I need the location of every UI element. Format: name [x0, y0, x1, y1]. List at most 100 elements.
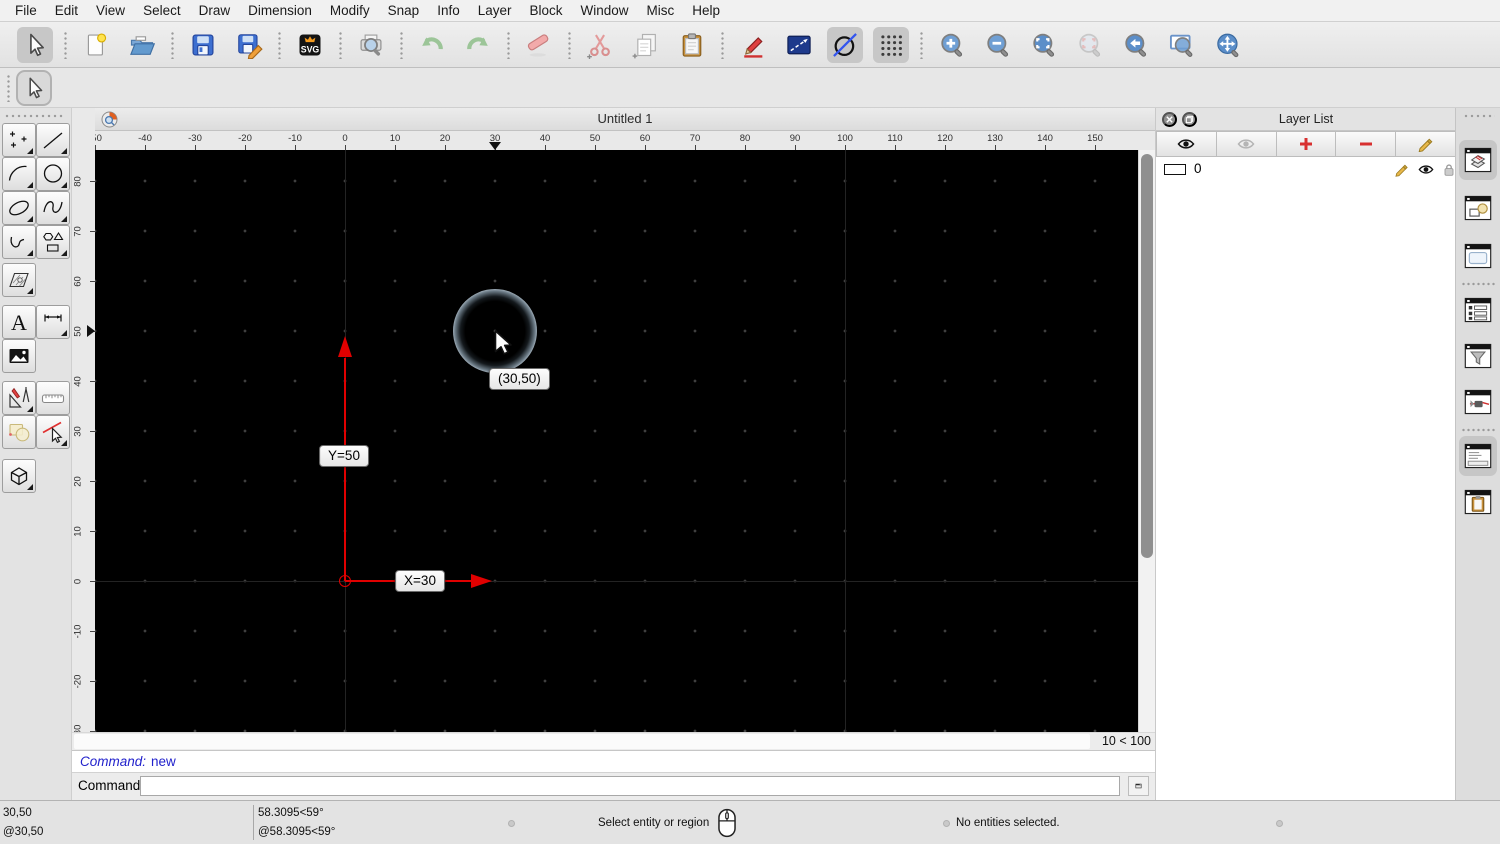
menu-layer[interactable]: Layer — [469, 3, 521, 18]
save-as-button[interactable] — [231, 27, 267, 63]
modify-tool-button[interactable] — [2, 415, 36, 449]
layer-list-toolbar — [1156, 131, 1456, 157]
zoom-in-button[interactable] — [934, 27, 970, 63]
measure-tool-button[interactable] — [36, 381, 70, 415]
circle-tool-button[interactable] — [36, 157, 70, 191]
menu-draw[interactable]: Draw — [190, 3, 240, 18]
toolbar-drag-handle[interactable] — [7, 74, 10, 102]
add-layer-button[interactable] — [1276, 131, 1337, 157]
vertical-scrollbar-thumb[interactable] — [1141, 154, 1153, 558]
menu-misc[interactable]: Misc — [638, 3, 684, 18]
vertical-scrollbar[interactable] — [1138, 150, 1155, 732]
command-history-prefix: Command: — [80, 754, 147, 769]
zoom-out-button[interactable] — [980, 27, 1016, 63]
ruler-tick-label: 120 — [937, 133, 953, 144]
solids-tool-button[interactable] — [2, 459, 36, 493]
dock-drag-handle[interactable] — [1463, 114, 1495, 118]
zoom-pan-button[interactable] — [1210, 27, 1246, 63]
zoom-window-button[interactable] — [1164, 27, 1200, 63]
entity-list-dock-icon — [1463, 295, 1493, 325]
ellipse-tool-button[interactable] — [2, 191, 36, 225]
menu-block[interactable]: Block — [521, 3, 572, 18]
dimension-tool-button[interactable] — [36, 305, 70, 339]
svg-export-button[interactable]: SVG — [292, 27, 328, 63]
delete-button[interactable] — [521, 27, 557, 63]
arc-icon — [6, 161, 32, 187]
select-pointer-button[interactable] — [17, 26, 53, 63]
grid-toggle-button[interactable] — [873, 26, 909, 63]
remove-layer-button[interactable] — [1336, 131, 1397, 157]
layer-color-swatch[interactable] — [1164, 164, 1186, 175]
dock-library-browser-button[interactable] — [1459, 236, 1497, 276]
menu-edit[interactable]: Edit — [46, 3, 87, 18]
selection-pointer-button[interactable] — [16, 70, 52, 106]
eye-open-icon[interactable] — [1418, 162, 1434, 177]
dock-layer-list-button[interactable] — [1459, 140, 1497, 180]
menu-view[interactable]: View — [87, 3, 134, 18]
print-preview-button[interactable] — [353, 27, 389, 63]
menu-dimension[interactable]: Dimension — [239, 3, 321, 18]
remove-layer-icon — [1357, 136, 1375, 152]
edit-layer-button[interactable] — [1396, 131, 1456, 157]
menu-modify[interactable]: Modify — [321, 3, 379, 18]
menu-file[interactable]: File — [6, 3, 46, 18]
cut-button[interactable] — [582, 27, 618, 63]
drawing-window-titlebar[interactable]: Untitled 1 — [95, 108, 1155, 131]
layer-list-titlebar: Layer List — [1156, 108, 1456, 131]
show-all-layers-button[interactable] — [1156, 131, 1217, 157]
menu-window[interactable]: Window — [572, 3, 638, 18]
dock-entity-filter-button[interactable] — [1459, 336, 1497, 376]
text-tool-button[interactable]: A — [2, 305, 36, 339]
arc-tool-button[interactable] — [2, 157, 36, 191]
dock-entity-list-button[interactable] — [1459, 290, 1497, 330]
horizontal-scrollbar[interactable] — [74, 734, 1090, 749]
pen-button[interactable] — [735, 27, 771, 63]
edit-pencil-icon[interactable] — [1394, 162, 1410, 177]
redo-button[interactable] — [460, 27, 496, 63]
paste-button[interactable] — [674, 27, 710, 63]
save-as-icon — [235, 31, 263, 59]
menu-snap[interactable]: Snap — [379, 3, 429, 18]
line-preview-button[interactable] — [781, 27, 817, 63]
detach-command-button[interactable] — [1128, 776, 1149, 796]
layer-row[interactable]: 0 — [1156, 159, 1456, 181]
polyline-tool-button[interactable] — [2, 225, 36, 259]
delete-icon — [525, 31, 553, 59]
hide-all-layers-button[interactable] — [1216, 131, 1277, 157]
open-drawing-button[interactable] — [124, 27, 160, 63]
layer-list-title: Layer List — [1278, 112, 1334, 126]
menu-help[interactable]: Help — [683, 3, 729, 18]
cursor-arrow-icon — [21, 31, 49, 59]
points-tool-button[interactable] — [2, 123, 36, 157]
dock-clipboard-button[interactable] — [1459, 482, 1497, 522]
dock-command-line-button[interactable] — [1459, 436, 1497, 476]
ruler-tick-label: 100 — [837, 133, 853, 144]
command-input[interactable] — [140, 776, 1120, 796]
undo-button[interactable] — [414, 27, 450, 63]
polygon-tool-button[interactable] — [36, 225, 70, 259]
library-browser-dock-icon — [1463, 241, 1493, 271]
image-tool-button[interactable] — [2, 339, 36, 373]
ruler-tick-label: 40 — [72, 376, 84, 387]
zoom-previous-button[interactable] — [1118, 27, 1154, 63]
draw-order-button[interactable] — [827, 26, 863, 63]
hatch-tool-button[interactable] — [2, 263, 36, 297]
ruler-tick-label: -40 — [138, 133, 152, 144]
toolbox-drag-handle[interactable] — [4, 114, 64, 118]
misc-draw-tool-button[interactable] — [2, 381, 36, 415]
zoom-auto-button[interactable] — [1026, 27, 1062, 63]
drawing-canvas[interactable]: (30,50) Y=50 X=30 — [95, 150, 1138, 732]
menu-info[interactable]: Info — [428, 3, 469, 18]
new-drawing-button[interactable] — [78, 27, 114, 63]
select-entity-tool-button[interactable] — [36, 415, 70, 449]
spline-tool-button[interactable] — [36, 191, 70, 225]
menu-select[interactable]: Select — [134, 3, 190, 18]
dock-block-list-button[interactable] — [1459, 188, 1497, 228]
line-tool-button[interactable] — [36, 123, 70, 157]
copy-button[interactable] — [628, 27, 664, 63]
save-button[interactable] — [185, 27, 221, 63]
dock-pen-wizard-button[interactable] — [1459, 382, 1497, 422]
selection-status: No entities selected. — [956, 817, 1060, 829]
toolbar-separator — [339, 30, 342, 59]
zoom-selection-button[interactable] — [1072, 27, 1108, 63]
